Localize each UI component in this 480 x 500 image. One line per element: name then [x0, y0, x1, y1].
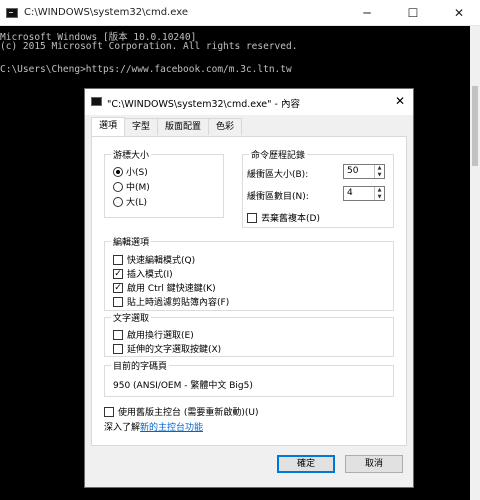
cursor-size-medium-radio[interactable]: 中(M): [113, 180, 150, 193]
edit-options-group: 編輯選項 快速編輯模式(Q) ✓ 插入模式(I) ✓ 啟用 Ctrl 鍵快速鍵(…: [104, 235, 394, 311]
codepage-value: 950 (ANSI/OEM - 繁體中文 Big5): [113, 381, 253, 391]
tab-strip: 選項 字型 版面配置 色彩: [91, 117, 243, 136]
line-wrap-selection-checkbox[interactable]: 啟用換行選取(E): [113, 328, 194, 341]
ctrl-shortcuts-checkbox[interactable]: ✓ 啟用 Ctrl 鍵快速鍵(K): [113, 281, 216, 294]
checkbox-box[interactable]: [247, 212, 257, 223]
console-line: (c) 2015 Microsoft Corporation. All righ…: [0, 41, 298, 52]
buffer-count-label: 緩衝區數目(N):: [247, 192, 309, 202]
spin-down-icon[interactable]: ▼: [375, 194, 384, 201]
checkbox-box[interactable]: [113, 329, 123, 340]
checkbox-box[interactable]: [104, 406, 114, 417]
minimize-button[interactable]: ─: [344, 0, 390, 26]
buffer-size-label: 緩衝區大小(B):: [247, 170, 309, 180]
codepage-label: 目前的字碼頁: [111, 359, 170, 372]
buffer-size-value[interactable]: 50: [344, 165, 374, 178]
ok-button[interactable]: 確定: [277, 455, 335, 473]
close-button[interactable]: ✕: [436, 0, 480, 26]
text-selection-group: 文字選取 啟用換行選取(E) 延伸的文字選取按鍵(X): [104, 311, 394, 357]
cursor-size-label: 游標大小: [111, 148, 152, 161]
buffer-size-stepper[interactable]: 50 ▲ ▼: [343, 164, 385, 179]
dialog-close-icon[interactable]: ✕: [395, 94, 405, 108]
radio-indicator[interactable]: [113, 166, 123, 177]
dialog-title: "C:\WINDOWS\system32\cmd.exe" - 內容: [107, 99, 300, 110]
cursor-size-small-radio[interactable]: 小(S): [113, 165, 148, 178]
radio-indicator[interactable]: [113, 196, 123, 207]
console-app-icon: [91, 97, 102, 106]
spin-down-icon[interactable]: ▼: [375, 172, 384, 179]
extended-selection-keys-checkbox[interactable]: 延伸的文字選取按鍵(X): [113, 342, 221, 355]
console-titlebar[interactable]: C:\WINDOWS\system32\cmd.exe ─ ☐ ✕: [0, 0, 480, 26]
checkbox-box[interactable]: ✓: [113, 268, 123, 279]
checkbox-label: 快速編輯模式(Q): [127, 256, 196, 266]
properties-dialog: "C:\WINDOWS\system32\cmd.exe" - 內容 ✕ 選項 …: [84, 88, 414, 488]
radio-label: 中(M): [126, 183, 150, 193]
dialog-titlebar[interactable]: "C:\WINDOWS\system32\cmd.exe" - 內容 ✕: [85, 89, 413, 115]
console-line: C:\Users\Cheng>https://www.facebook.com/…: [0, 64, 292, 75]
codepage-group: 目前的字碼頁 950 (ANSI/OEM - 繁體中文 Big5): [104, 359, 394, 397]
checkbox-label: 丟棄舊複本(D): [261, 214, 320, 224]
console-scrollbar[interactable]: [470, 26, 480, 500]
scrollbar-thumb[interactable]: [472, 86, 478, 166]
tab-colors[interactable]: 色彩: [208, 118, 243, 135]
checkbox-box[interactable]: [113, 254, 123, 265]
checkbox-box[interactable]: ✓: [113, 282, 123, 293]
tab-layout[interactable]: 版面配置: [157, 118, 210, 135]
discard-duplicates-checkbox[interactable]: 丟棄舊複本(D): [247, 211, 320, 224]
quick-edit-checkbox[interactable]: 快速編輯模式(Q): [113, 253, 195, 266]
options-panel: 游標大小 小(S) 中(M) 大(L) 命令歷程記錄 緩衝區大小(B): 50 …: [91, 136, 407, 446]
tab-options[interactable]: 選項: [91, 117, 126, 136]
learn-more-row: 深入了解 新的主控台功能: [104, 420, 203, 433]
text-selection-label: 文字選取: [111, 311, 152, 324]
checkbox-label: 啟用換行選取(E): [127, 331, 194, 341]
legacy-console-checkbox[interactable]: 使用舊版主控台 (需要重新啟動)(U): [104, 405, 259, 418]
minimize-icon: ─: [363, 6, 371, 20]
edit-options-label: 編輯選項: [111, 235, 152, 248]
cursor-size-group: 游標大小 小(S) 中(M) 大(L): [104, 148, 224, 218]
maximize-button[interactable]: ☐: [390, 0, 436, 26]
cursor-size-large-radio[interactable]: 大(L): [113, 195, 147, 208]
close-icon: ✕: [453, 6, 465, 20]
checkbox-box[interactable]: [113, 343, 123, 354]
checkbox-label: 使用舊版主控台 (需要重新啟動)(U): [118, 408, 259, 418]
maximize-icon: ☐: [407, 6, 419, 20]
checkbox-label: 延伸的文字選取按鍵(X): [127, 345, 222, 355]
buffer-count-value[interactable]: 4: [344, 187, 374, 200]
radio-label: 大(L): [126, 198, 148, 208]
cancel-button[interactable]: 取消: [345, 455, 403, 473]
learn-more-prefix: 深入了解: [104, 423, 141, 433]
checkbox-box[interactable]: [113, 296, 123, 307]
buffer-count-stepper[interactable]: 4 ▲ ▼: [343, 186, 385, 201]
tab-font[interactable]: 字型: [124, 118, 159, 135]
command-history-label: 命令歷程記錄: [249, 148, 308, 161]
console-app-icon: [6, 8, 18, 18]
new-console-features-link[interactable]: 新的主控台功能: [140, 420, 203, 433]
filter-paste-checkbox[interactable]: 貼上時過濾剪貼簿內容(F): [113, 295, 229, 308]
checkbox-label: 插入模式(I): [127, 270, 173, 280]
insert-mode-checkbox[interactable]: ✓ 插入模式(I): [113, 267, 173, 280]
checkbox-label: 貼上時過濾剪貼簿內容(F): [127, 298, 230, 308]
radio-indicator[interactable]: [113, 181, 123, 192]
radio-label: 小(S): [126, 168, 148, 178]
console-title: C:\WINDOWS\system32\cmd.exe: [24, 7, 188, 18]
checkbox-label: 啟用 Ctrl 鍵快速鍵(K): [127, 284, 216, 294]
command-history-group: 命令歷程記錄 緩衝區大小(B): 50 ▲ ▼ 緩衝區數目(N): 4 ▲ ▼ 丟棄…: [242, 148, 394, 228]
